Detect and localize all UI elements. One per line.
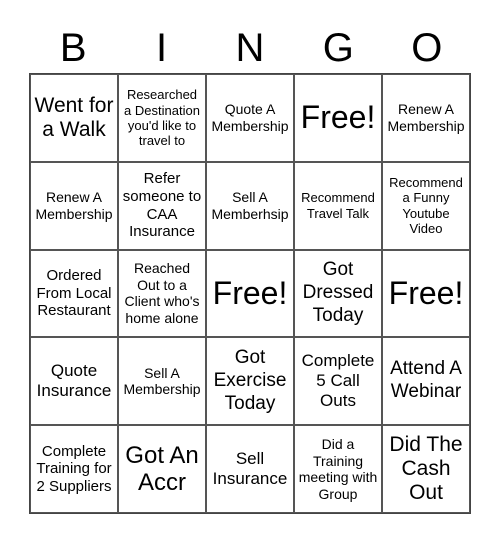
bingo-cell[interactable]: Quote Insurance [30, 337, 118, 426]
cell-text: Went for a Walk [34, 93, 114, 141]
bingo-cell[interactable]: Renew A Membership [382, 74, 470, 162]
cell-text: Did The Cash Out [389, 432, 463, 505]
cell-text: Complete Training for 2 Suppliers [36, 442, 112, 495]
bingo-cell[interactable]: Quote A Membership [206, 74, 294, 162]
bingo-cell[interactable]: Complete 5 Call Outs [294, 337, 382, 426]
free-space-cell[interactable]: Free! [294, 74, 382, 162]
bingo-cell[interactable]: Refer someone to CAA Insurance [118, 161, 206, 250]
cell-text: Got Exercise Today [213, 347, 287, 414]
header-letter-b: B [59, 26, 87, 70]
bingo-cell[interactable]: Attend A Webinar [382, 337, 470, 426]
cell-text: Quote Insurance [36, 361, 112, 401]
cell-text: Did a Training meeting with Group [298, 436, 378, 502]
free-space-cell[interactable]: Free! [382, 249, 470, 338]
cell-text: Sell Insurance [212, 449, 288, 489]
bingo-cell[interactable]: Did a Training meeting with Group [294, 425, 382, 513]
cell-text: Got Dressed Today [302, 259, 374, 326]
header-letter-g: G [322, 26, 354, 70]
bingo-cell[interactable]: Recommend a Funny Youtube Video [382, 161, 470, 250]
header-letter-n: N [235, 26, 265, 70]
bingo-cell[interactable]: Got An Accr [118, 425, 206, 513]
bingo-cell[interactable]: Renew A Membership [30, 161, 118, 250]
cell-text: Quote A Membership [211, 101, 289, 134]
bingo-cell[interactable]: Recommend Travel Talk [294, 161, 382, 250]
bingo-cell[interactable]: Sell A Memberhsip [206, 161, 294, 250]
cell-text: Complete 5 Call Outs [301, 351, 375, 411]
bingo-cell[interactable]: Researched a Destination you'd like to t… [118, 74, 206, 162]
cell-text: Attend A Webinar [390, 358, 462, 403]
cell-text: Sell A Membership [123, 364, 201, 398]
free-space-cell[interactable]: Free! [206, 249, 294, 338]
bingo-header: B I N G O [29, 22, 471, 74]
cell-text: Researched a Destination you'd like to t… [124, 87, 200, 149]
cell-text: Reached Out to a Client who's home alone [124, 260, 200, 326]
header-letter-i: I [156, 26, 168, 70]
cell-text: Sell A Memberhsip [211, 189, 289, 222]
bingo-cell[interactable]: Got Dressed Today [294, 249, 382, 338]
cell-text: Ordered From Local Restaurant [36, 266, 112, 320]
bingo-cell[interactable]: Did The Cash Out [382, 425, 470, 513]
header-letter-o: O [411, 26, 443, 70]
cell-text: Refer someone to CAA Insurance [122, 170, 202, 241]
cell-text: Free! [388, 274, 464, 311]
bingo-cell[interactable]: Went for a Walk [30, 74, 118, 162]
bingo-cell[interactable]: Reached Out to a Client who's home alone [118, 249, 206, 338]
cell-text: Free! [300, 99, 376, 136]
bingo-cell[interactable]: Complete Training for 2 Suppliers [30, 425, 118, 513]
cell-text: Renew A Membership [387, 101, 465, 134]
bingo-cell[interactable]: Got Exercise Today [206, 337, 294, 426]
bingo-cell[interactable]: Sell A Membership [118, 337, 206, 426]
cell-text: Got An Accr [125, 441, 199, 497]
cell-text: Free! [212, 274, 288, 311]
bingo-card-grid: Went for a Walk Researched a Destination… [29, 73, 471, 514]
bingo-cell[interactable]: Sell Insurance [206, 425, 294, 513]
bingo-cell[interactable]: Ordered From Local Restaurant [30, 249, 118, 338]
cell-text: Recommend a Funny Youtube Video [389, 175, 463, 237]
cell-text: Renew A Membership [35, 189, 113, 222]
cell-text: Recommend Travel Talk [301, 190, 375, 221]
